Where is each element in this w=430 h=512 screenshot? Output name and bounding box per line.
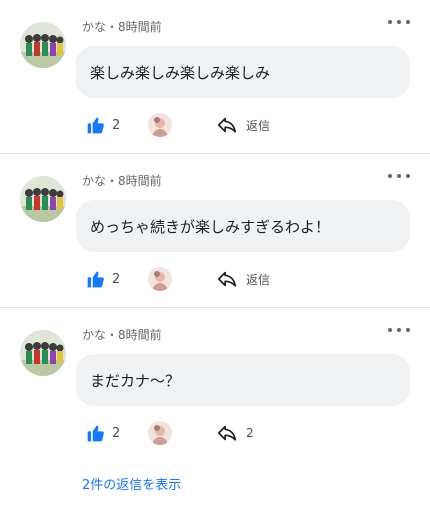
comment-text: まだカナ〜？ [90, 371, 181, 390]
thumbs-up-icon [87, 425, 104, 442]
reply-label: 返信 [246, 118, 271, 133]
comment-meta: かな・8時間前 [82, 172, 162, 189]
like-button[interactable]: 2 [86, 266, 120, 292]
timestamp: 8時間前 [118, 20, 162, 34]
like-button[interactable]: 2 [86, 112, 120, 138]
meta-separator: ・ [106, 20, 119, 34]
comment-bubble: めっちゃ続きが楽しみすぎるわよ！ [76, 200, 410, 252]
view-replies-link[interactable]: 2件の返信を表示 [82, 474, 181, 493]
reactor-avatar[interactable] [148, 113, 172, 137]
avatar[interactable] [20, 22, 66, 68]
reactor-avatar[interactable] [148, 267, 172, 291]
like-count: 2 [112, 425, 121, 441]
comment-actions: 2 返信 [86, 112, 406, 138]
meta-separator: ・ [106, 328, 119, 342]
reply-label: 返信 [246, 272, 271, 287]
like-count: 2 [112, 117, 121, 133]
more-options-icon[interactable] [388, 322, 410, 338]
timestamp: 8時間前 [118, 328, 162, 342]
avatar[interactable] [20, 176, 66, 222]
thumbs-up-icon [87, 117, 104, 134]
comment-meta: かな・8時間前 [82, 18, 162, 35]
author-name[interactable]: かな [82, 20, 106, 34]
avatar[interactable] [20, 330, 66, 376]
comment-item: かな・8時間前 まだカナ〜？ 2 2 [0, 308, 430, 512]
like-button[interactable]: 2 [86, 420, 120, 446]
comment-actions: 2 返信 [86, 266, 406, 292]
meta-separator: ・ [106, 174, 119, 188]
more-options-icon[interactable] [388, 168, 410, 184]
comment-item: かな・8時間前 楽しみ楽しみ楽しみ楽しみ 2 返信 [0, 0, 430, 154]
reply-button[interactable]: 2 [216, 420, 254, 446]
comment-actions: 2 2 [86, 420, 406, 446]
more-options-icon[interactable] [388, 14, 410, 30]
like-count: 2 [112, 271, 121, 287]
reply-arrow-icon [217, 271, 237, 287]
thumbs-up-icon [87, 271, 104, 288]
reply-arrow-icon [217, 425, 237, 441]
reply-count: 2 [246, 426, 254, 440]
comment-bubble: 楽しみ楽しみ楽しみ楽しみ [76, 46, 410, 98]
reactor-avatar[interactable] [148, 421, 172, 445]
author-name[interactable]: かな [82, 174, 106, 188]
comment-meta: かな・8時間前 [82, 326, 162, 343]
comment-text: 楽しみ楽しみ楽しみ楽しみ [90, 63, 271, 82]
reply-button[interactable]: 返信 [216, 266, 270, 292]
comment-bubble: まだカナ〜？ [76, 354, 410, 406]
reply-arrow-icon [217, 117, 237, 133]
comment-item: かな・8時間前 めっちゃ続きが楽しみすぎるわよ！ 2 返信 [0, 154, 430, 308]
comment-text: めっちゃ続きが楽しみすぎるわよ！ [90, 217, 331, 236]
author-name[interactable]: かな [82, 328, 106, 342]
reply-button[interactable]: 返信 [216, 112, 270, 138]
timestamp: 8時間前 [118, 174, 162, 188]
